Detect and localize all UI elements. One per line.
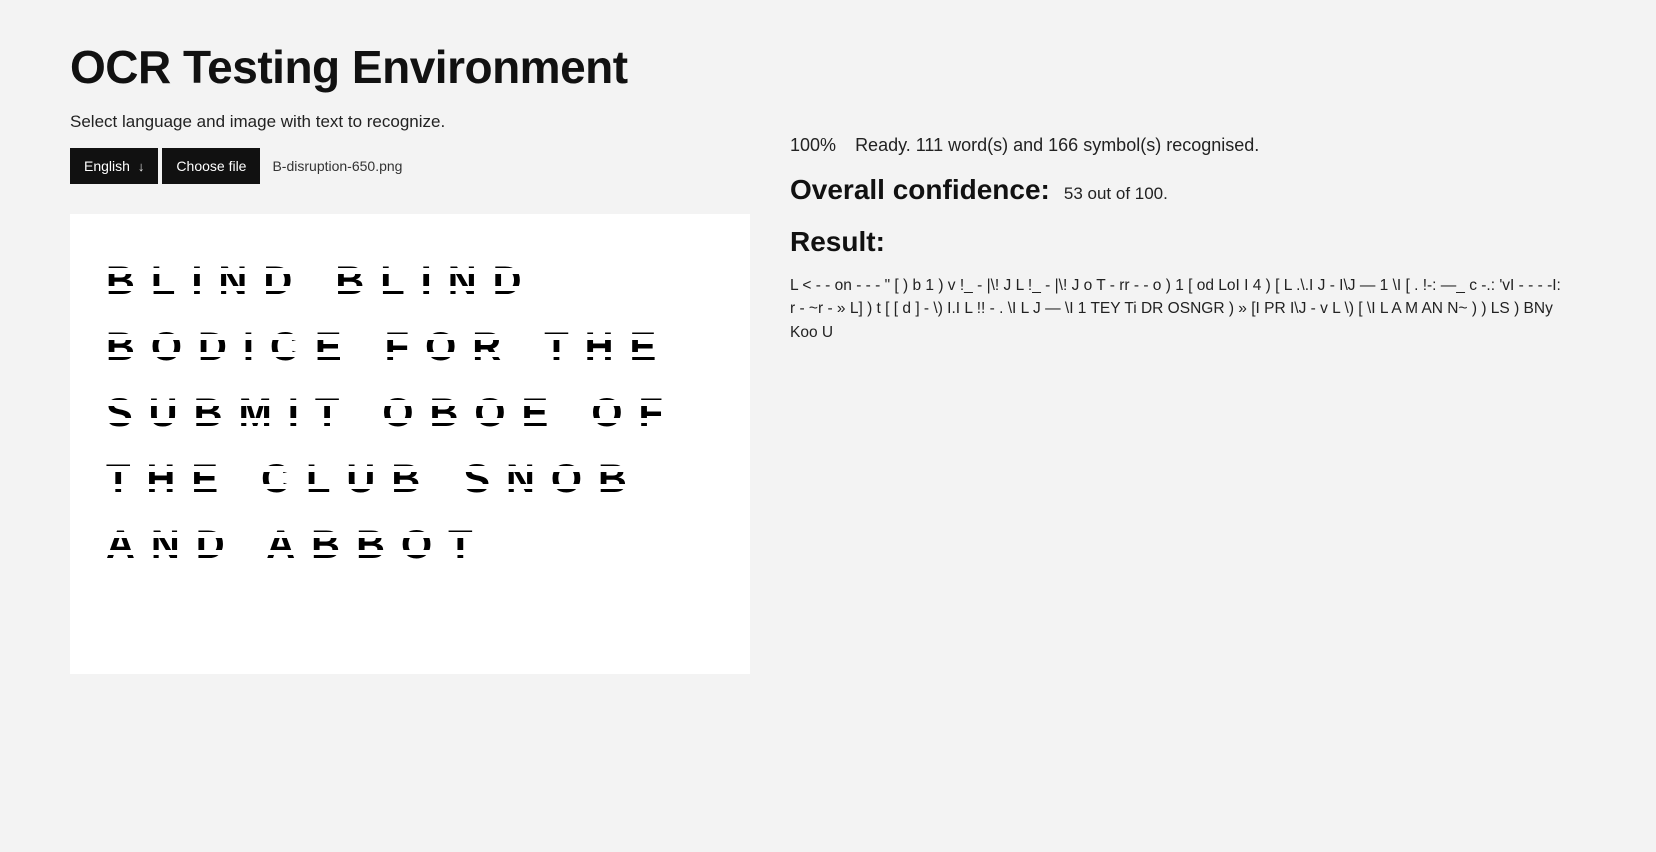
language-select[interactable]: English ↓ xyxy=(70,148,158,184)
status-line: 100% Ready. 111 word(s) and 166 symbol(s… xyxy=(790,135,1586,156)
status-percent: 100% xyxy=(790,135,836,155)
status-message: Ready. 111 word(s) and 166 symbol(s) rec… xyxy=(855,135,1259,155)
chevron-down-icon: ↓ xyxy=(138,159,145,174)
right-column: 100% Ready. 111 word(s) and 166 symbol(s… xyxy=(790,40,1586,674)
controls-row: English ↓ Choose file B-disruption-650.p… xyxy=(70,148,750,184)
selected-filename: B-disruption-650.png xyxy=(264,158,402,174)
image-preview: BLIND BLIND BODICE FOR THE SUBMIT OBOE OF T… xyxy=(70,214,750,674)
result-text: L < - - on - - - " [ ) b 1 ) v !_ - |\! … xyxy=(790,274,1570,344)
choose-file-button[interactable]: Choose file xyxy=(162,148,260,184)
confidence-line: Overall confidence: 53 out of 100. xyxy=(790,174,1586,206)
preview-line: SUBMIT OBOE OF xyxy=(106,391,679,435)
preview-line: AND ABBOT xyxy=(106,523,489,567)
preview-line: BLIND BLIND xyxy=(106,259,538,303)
page-title: OCR Testing Environment xyxy=(70,40,750,94)
preview-line: BODICE FOR THE xyxy=(106,325,672,369)
language-select-label: English xyxy=(84,158,130,174)
left-column: OCR Testing Environment Select language … xyxy=(70,40,750,674)
page-root: OCR Testing Environment Select language … xyxy=(0,0,1656,714)
confidence-label: Overall confidence: xyxy=(790,174,1050,206)
choose-file-label: Choose file xyxy=(176,158,246,174)
page-subtitle: Select language and image with text to r… xyxy=(70,112,750,132)
preview-line: THE CLUB SNOB xyxy=(106,457,643,501)
result-label: Result: xyxy=(790,226,1586,258)
confidence-value: 53 out of 100. xyxy=(1064,184,1168,204)
preview-svg: BLIND BLIND BODICE FOR THE SUBMIT OBOE OF T… xyxy=(86,238,734,650)
